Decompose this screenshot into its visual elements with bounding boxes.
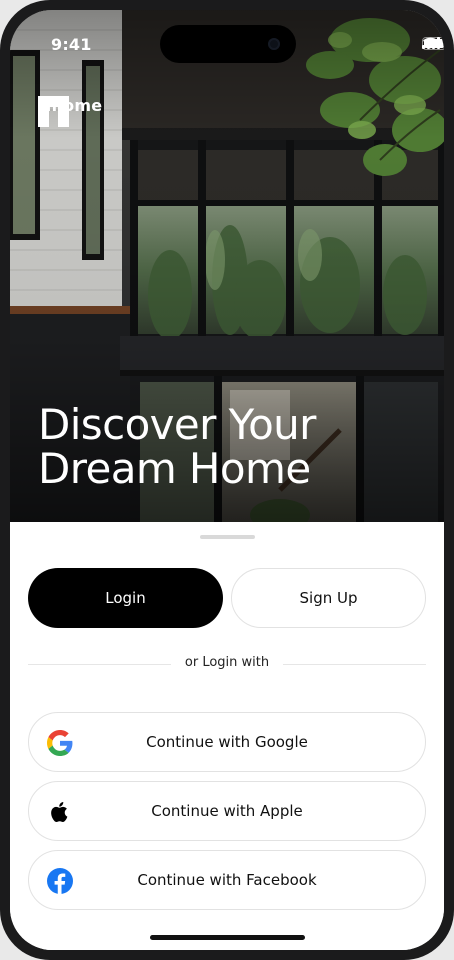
auth-sheet: Login Sign Up or Login with Continue wit…	[10, 522, 444, 950]
home-indicator[interactable]	[150, 935, 305, 940]
continue-with-apple-label: Continue with Apple	[151, 802, 303, 820]
hero-title-line-2: Dream Home	[38, 444, 311, 493]
google-icon	[47, 730, 73, 756]
continue-with-google-button[interactable]: Continue with Google	[28, 712, 426, 772]
dynamic-island	[160, 25, 296, 63]
hero-title-line-1: Discover Your	[38, 400, 316, 449]
brand: Nhome	[38, 96, 102, 127]
continue-with-apple-button[interactable]: Continue with Apple	[28, 781, 426, 841]
battery-icon	[422, 37, 444, 50]
facebook-icon	[47, 868, 73, 894]
apple-icon	[51, 802, 68, 823]
continue-with-facebook-button[interactable]: Continue with Facebook	[28, 850, 426, 910]
continue-with-google-label: Continue with Google	[146, 733, 308, 751]
login-button[interactable]: Login	[28, 568, 223, 628]
divider-text: or Login with	[170, 655, 284, 670]
sheet-drag-handle[interactable]	[200, 535, 255, 539]
nhome-logo	[38, 96, 69, 127]
or-login-with-divider: or Login with	[28, 655, 426, 670]
continue-with-facebook-label: Continue with Facebook	[137, 871, 317, 889]
screen: 9:41 Nhome Discover Your Dream Home Logi…	[10, 10, 444, 950]
sign-up-button[interactable]: Sign Up	[231, 568, 426, 628]
phone-frame: 9:41 Nhome Discover Your Dream Home Logi…	[0, 0, 454, 960]
front-camera	[268, 38, 280, 50]
hero-section: 9:41 Nhome Discover Your Dream Home	[10, 10, 444, 522]
hero-title: Discover Your Dream Home	[38, 403, 316, 491]
status-bar-time: 9:41	[51, 35, 92, 54]
